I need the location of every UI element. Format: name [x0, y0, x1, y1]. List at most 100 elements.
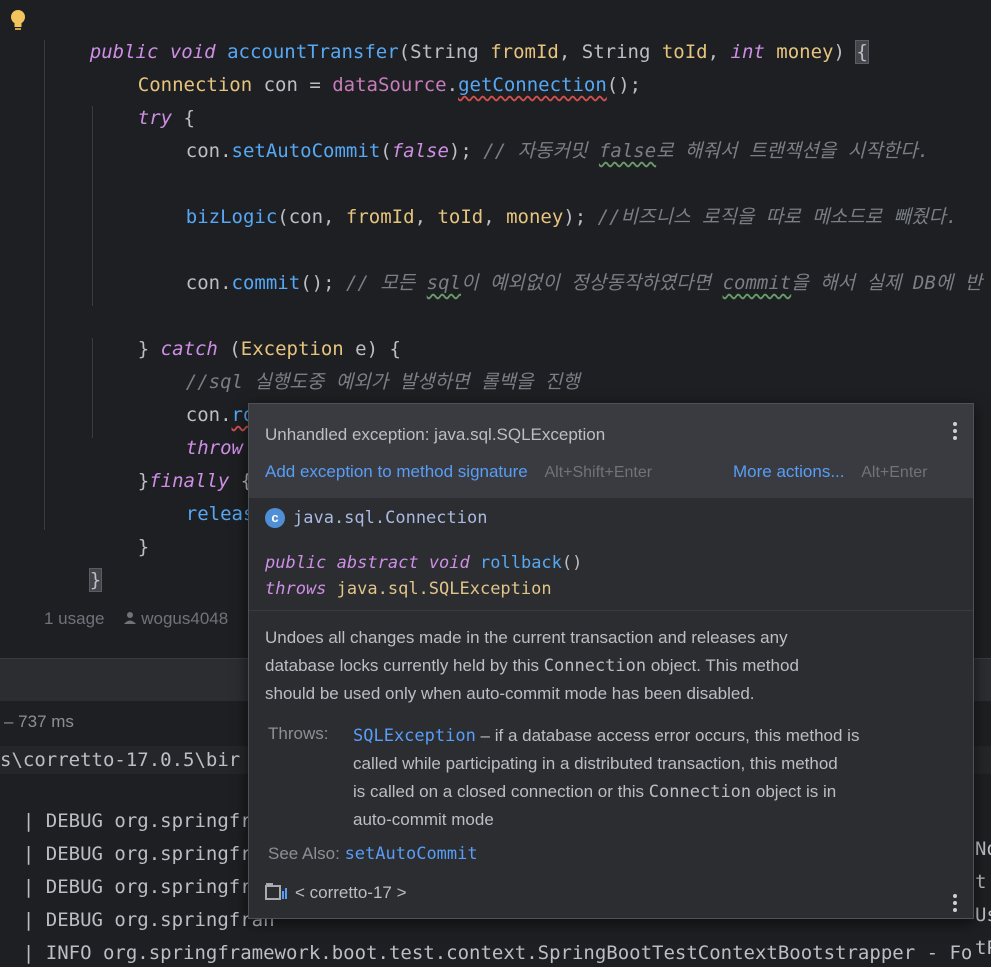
parameter: money	[776, 41, 834, 63]
keyword: int	[730, 41, 765, 63]
matched-brace: {	[855, 40, 869, 64]
description-line: should be used only when auto-commit mod…	[265, 684, 755, 703]
class-name[interactable]: java.sql.Connection	[293, 508, 487, 528]
punctuation: ,	[483, 206, 507, 228]
punctuation: ();	[606, 74, 642, 96]
field-name: dataSource	[332, 74, 447, 96]
comment-typo: sql	[426, 272, 461, 294]
method-call: getConnection	[458, 74, 607, 96]
punctuation: ()	[561, 553, 583, 573]
log-text: | INFO org.springframework.boot.test.con…	[22, 942, 973, 964]
parameter: toId	[661, 41, 708, 63]
quick-documentation-popup[interactable]: Unhandled exception: java.sql.SQLExcepti…	[248, 403, 974, 919]
comment-typo: false	[598, 140, 657, 162]
punctuation: (	[380, 140, 392, 162]
comment-text: 을 해서 실제 DB에 반	[791, 272, 983, 294]
see-also: See Also: setAutoCommit	[268, 844, 478, 864]
console-log-line[interactable]: | INFO org.springframework.boot.test.con…	[0, 911, 991, 967]
code-text: con =	[252, 74, 333, 96]
more-actions[interactable]: More actions... Alt+Enter	[733, 462, 928, 482]
punctuation: );	[563, 206, 598, 228]
throws-line-2: called while participating in a distribu…	[353, 754, 838, 773]
class-icon: c	[265, 508, 285, 528]
add-exception-quickfix[interactable]: Add exception to method signature Alt+Sh…	[265, 462, 652, 482]
description-line: Undoes all changes made in the current t…	[265, 628, 788, 647]
divider	[249, 610, 973, 611]
elapsed-time: – 737 ms	[4, 712, 74, 731]
keyword: false	[391, 140, 449, 162]
lightbulb-icon[interactable]	[9, 9, 27, 31]
throws-description: SQLException – if a database access erro…	[353, 722, 859, 834]
library-icon	[265, 882, 289, 905]
description-text: database locks currently held by this	[265, 656, 544, 675]
method-signature: public abstract void rollback() throws j…	[265, 550, 582, 602]
punctuation: ,	[414, 206, 438, 228]
description-line: database locks currently held by this Co…	[265, 652, 799, 680]
parameter: money	[506, 206, 564, 228]
keyword: throws	[265, 579, 327, 599]
comment: // 자동커밋 false로 해줘서 트랜잭션을 시작한다.	[483, 140, 929, 162]
throws-text: object is in	[751, 782, 837, 801]
punctuation: ();	[300, 272, 346, 294]
parameter: toId	[437, 206, 484, 228]
comment: // 모든 sql이 예외없이 정상동작하였다면 commit을 해서 실제 D…	[346, 272, 982, 294]
method-call: setAutoCommit	[231, 140, 381, 162]
brace: }	[137, 536, 150, 558]
sdk-name[interactable]: < corretto-17 >	[295, 883, 407, 902]
sdk-footer[interactable]: < corretto-17 >	[265, 882, 407, 905]
keyword: void	[428, 553, 470, 573]
throws-line-3: is called on a closed connection or this…	[353, 778, 859, 806]
comment-text: 이 예외없이 정상동작하였다면	[461, 272, 723, 294]
comment: //비즈니스 로직을 따로 메소드로 빼줬다.	[597, 206, 958, 228]
error-header	[249, 404, 973, 498]
variable: con	[185, 272, 221, 294]
throws-line: throws java.sql.SQLException	[265, 576, 582, 602]
set-auto-commit-link[interactable]: setAutoCommit	[345, 844, 478, 864]
matched-brace: }	[88, 568, 103, 592]
indent-guide	[44, 40, 45, 530]
throws-line-4: auto-commit mode	[353, 810, 494, 829]
punctuation: .	[446, 74, 459, 96]
punctuation: ,	[707, 41, 731, 63]
keyword: abstract	[336, 553, 419, 573]
usage-inlay[interactable]: 1 usage wogus4048	[44, 609, 228, 630]
person-icon	[123, 610, 137, 630]
throws-text: is called on a closed connection or this	[353, 782, 649, 801]
comment-text: // 모든	[345, 272, 427, 294]
method-name: rollback	[480, 553, 562, 573]
class-reference[interactable]: c java.sql.Connection	[265, 508, 487, 528]
exception-type: java.sql.SQLException	[336, 579, 552, 599]
method-call: bizLogic	[185, 206, 278, 228]
description-text: object. This method	[646, 656, 799, 675]
usage-count[interactable]: 1 usage	[44, 609, 105, 628]
throws-label: Throws:	[268, 724, 329, 743]
parameter: fromId	[345, 206, 415, 228]
see-also-label: See Also:	[268, 844, 340, 863]
more-actions-link[interactable]: More actions...	[733, 462, 845, 481]
shortcut-hint: Alt+Enter	[861, 464, 928, 481]
quickfix-link[interactable]: Add exception to method signature	[265, 462, 528, 481]
comment-typo: commit	[722, 272, 792, 294]
error-message: Unhandled exception: java.sql.SQLExcepti…	[265, 425, 606, 444]
variable: con	[185, 140, 221, 162]
punctuation: (con,	[277, 206, 346, 228]
comment-text: // 자동커밋	[483, 140, 599, 162]
author-name: wogus4048	[141, 609, 229, 628]
comment-text: 로 해줘서 트랜잭션을 시작한다.	[656, 140, 930, 162]
punctuation: )	[833, 41, 857, 63]
punctuation: );	[448, 140, 484, 162]
code-reference: Connection	[543, 656, 647, 676]
more-options-icon[interactable]	[952, 893, 958, 913]
keyword: public	[265, 553, 327, 573]
shortcut-hint: Alt+Shift+Enter	[544, 464, 653, 481]
signature-line: public abstract void rollback()	[265, 550, 582, 576]
throws-text: – if a database access error occurs, thi…	[475, 726, 860, 745]
code-reference: Connection	[648, 782, 752, 802]
sqlexception-link[interactable]: SQLException	[353, 726, 476, 746]
punctuation: .	[220, 272, 232, 294]
punctuation: .	[220, 140, 232, 162]
method-description: Undoes all changes made in the current t…	[265, 624, 799, 708]
method-call: commit	[231, 272, 301, 294]
throws-line-1: SQLException – if a database access erro…	[353, 722, 859, 750]
more-options-icon[interactable]	[952, 421, 958, 441]
